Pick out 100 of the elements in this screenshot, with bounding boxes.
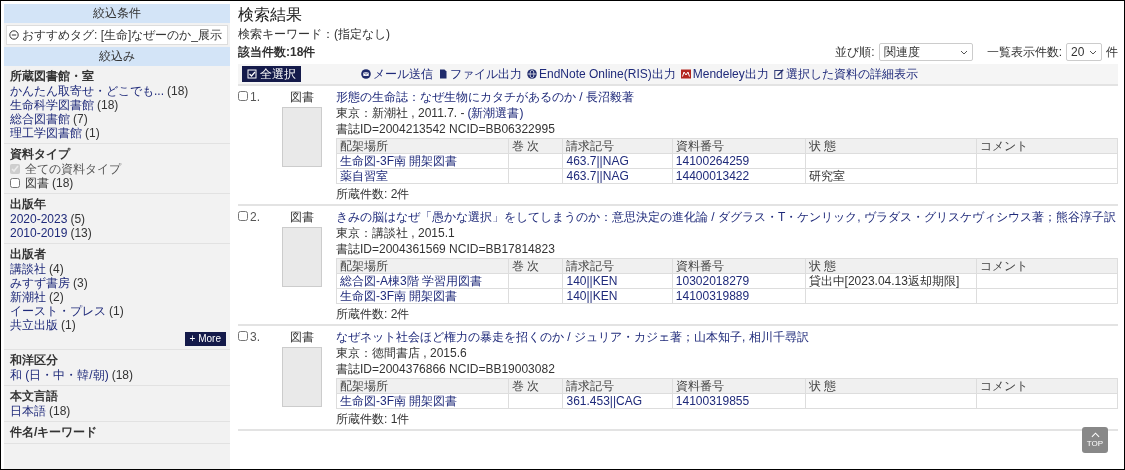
column-header: 巻 次 [508,138,563,154]
facet-count: (7) [73,112,88,126]
facet-link[interactable]: 講談社 [10,262,46,276]
record-ids: 書誌ID=2004213542 NCID=BB06322995 [336,122,555,136]
cover-placeholder [282,107,322,167]
column-header: 配架場所 [336,138,509,154]
checkbox[interactable] [10,178,20,188]
material-type: 図書 [290,90,314,104]
toolbar-link[interactable]: EndNote Online(RIS)出力 [527,67,676,81]
mendeley-icon [680,69,691,79]
column-header: 請求記号 [562,378,673,394]
checkbox-icon [247,69,257,79]
facet-link[interactable]: 共立出版 [10,318,58,332]
facet-link[interactable]: イースト・プレス [10,304,106,318]
result-checkbox[interactable] [238,91,248,101]
toolbar-link[interactable]: Mendeley出力 [680,67,769,81]
table-cell: 研究室 [808,169,845,183]
facet-title: 資料タイプ [10,147,72,161]
toolbar-link[interactable]: ファイル出力 [438,67,522,81]
facet-count: (18) [111,368,133,382]
select-all-button[interactable]: 全選択 [242,66,301,82]
column-header: コメント [976,378,1118,394]
facet-link[interactable]: 総合図書館 [10,112,70,126]
facet-title: 出版者 [10,247,47,261]
column-header: 資料番号 [672,258,806,274]
column-header: 巻 次 [508,258,563,274]
mail-icon [361,69,371,79]
filter-tag[interactable]: おすすめタグ: [生命]なぜーのか_展示 [6,25,228,45]
column-header: 配架場所 [336,378,509,394]
table-cell: 貸出中[2023.04.13返却期限] [808,274,960,288]
chevron-up-icon [1090,432,1100,438]
search-keyword: 検索キーワード：(指定なし) [238,27,390,41]
holdings-count: 所蔵件数: 2件 [336,307,410,321]
facet-count: (18) [167,84,189,98]
column-header: 資料番号 [672,138,806,154]
caret-icon [1089,49,1097,55]
result-checkbox[interactable] [238,331,248,341]
sort-dropdown[interactable]: 関連度 [878,43,973,61]
panel-header: 絞込条件 [4,4,230,23]
toolbar-link[interactable]: メール送信 [361,67,433,81]
more-button[interactable]: + More [184,332,226,346]
facet-count: (18) [97,98,119,112]
back-to-top-button[interactable]: TOP [1082,427,1108,453]
facet-link[interactable]: 新潮社 [10,290,46,304]
cover-placeholder [282,347,322,407]
column-header: 配架場所 [336,258,509,274]
facet-link[interactable]: 和 (日・中・韓/朝) [10,368,109,382]
file-icon [438,69,448,79]
toolbar-link[interactable]: 選択した資料の詳細表示 [773,67,918,81]
panel-header: 絞込み [4,47,230,66]
checkbox-label: 図書 [25,176,49,190]
hit-count: 該当件数:18件 [238,45,316,59]
result-title-link[interactable]: 形態の生命誌：なぜ生物にカタチがあるのか / 長沼毅著 [336,90,634,104]
caret-icon [959,49,968,55]
column-header: 状 態 [805,138,977,154]
column-header: 請求記号 [562,258,673,274]
facet-count: (18) [52,176,74,190]
per-page-label: 一覧表示件数: [986,45,1062,59]
result-title-link[interactable]: きみの脳はなぜ「愚かな選択」をしてしまうのか：意思決定の進化論 / ダグラス・T・ケンリック, ヴラダス・グリスケヴィシウス著；熊谷淳子訳 [336,210,1116,224]
facet-title: 件名/キーワード [10,425,99,439]
column-header: コメント [976,138,1118,154]
facet-count: (5) [70,212,86,226]
facet-count: (13) [70,226,92,240]
facet-link[interactable]: かんたん取寄せ・どこでも... [10,84,164,98]
column-header: コメント [976,258,1118,274]
facet-count: (4) [49,262,64,276]
column-header: 状 態 [805,258,977,274]
facet-link[interactable]: 2010-2019 [10,226,68,240]
column-header: 資料番号 [672,378,806,394]
facet-link[interactable]: 日本語 [10,404,46,418]
column-header: 請求記号 [562,138,673,154]
facet-link[interactable]: 理工学図書館 [10,126,82,140]
facet-count: (1) [61,318,76,332]
series-link[interactable]: (新潮選書) [467,106,524,120]
edit-icon [773,69,784,79]
holdings-count: 所蔵件数: 1件 [336,412,410,426]
facet-count: (2) [49,290,64,304]
column-header: 巻 次 [508,378,563,394]
facet-link[interactable]: 2020-2023 [10,212,68,226]
per-page-unit: 件 [1106,45,1118,59]
material-type: 図書 [290,330,314,344]
per-page-dropdown[interactable]: 20 [1066,43,1102,61]
result-number: 1. [250,90,260,104]
facet-count: (1) [109,304,124,318]
publication-info: 東京：徳間書店 , 2015.6 [336,346,467,360]
holdings-count: 所蔵件数: 2件 [336,187,410,201]
facet-link[interactable]: みすず書房 [10,276,70,290]
facet-title: 出版年 [10,197,47,211]
result-number: 3. [250,330,260,344]
cover-placeholder [282,227,322,287]
publication-info: 東京：講談社 , 2015.1 [336,226,455,240]
facet-link[interactable]: 生命科学図書館 [10,98,94,112]
globe-icon [527,69,537,79]
result-checkbox[interactable] [238,211,248,221]
remove-icon [9,30,19,40]
result-number: 2. [250,210,260,224]
column-header: 状 態 [805,378,977,394]
facet-title: 本文言語 [10,389,59,403]
result-title-link[interactable]: なぜネット社会ほど権力の暴走を招くのか / ジュリア・カジェ著；山本知子, 相川千尋訳 [336,330,809,344]
record-ids: 書誌ID=2004361569 NCID=BB17814823 [336,242,555,256]
